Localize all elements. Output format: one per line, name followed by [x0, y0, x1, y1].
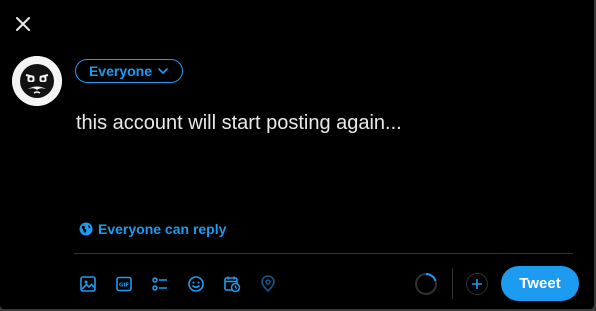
chevron-down-icon: [158, 68, 168, 74]
avatar-face-icon: [12, 56, 62, 106]
gif-icon: GIF: [116, 276, 132, 292]
tweet-button[interactable]: Tweet: [501, 266, 579, 301]
reply-setting-button[interactable]: Everyone can reply: [79, 219, 226, 239]
toolbar-separator: [452, 268, 453, 299]
plus-icon: [472, 279, 482, 289]
poll-button[interactable]: [142, 270, 178, 298]
audience-selector[interactable]: Everyone: [75, 59, 183, 83]
compose-tweet-modal: Everyone this account will start posting…: [0, 0, 594, 309]
close-icon: [16, 17, 30, 31]
character-count-ring: [414, 272, 438, 296]
emoji-icon: [188, 276, 204, 292]
add-tweet-button[interactable]: [466, 273, 488, 295]
globe-icon: [79, 222, 93, 236]
gif-button[interactable]: GIF: [106, 270, 142, 298]
emoji-button[interactable]: [178, 270, 214, 298]
composer-toolbar: GIF: [70, 270, 286, 298]
tweet-text-input[interactable]: this account will start posting again...: [76, 110, 402, 136]
location-button: [250, 270, 286, 298]
svg-text:GIF: GIF: [119, 283, 130, 289]
media-button[interactable]: [70, 270, 106, 298]
close-button[interactable]: [9, 10, 37, 38]
poll-icon: [152, 277, 167, 291]
media-icon: [80, 276, 96, 292]
reply-setting-label: Everyone can reply: [98, 221, 227, 237]
avatar[interactable]: [12, 56, 62, 106]
location-icon: [261, 275, 275, 293]
schedule-icon: [224, 276, 241, 293]
schedule-button[interactable]: [214, 270, 250, 298]
audience-label: Everyone: [88, 63, 153, 79]
divider: [74, 253, 573, 254]
